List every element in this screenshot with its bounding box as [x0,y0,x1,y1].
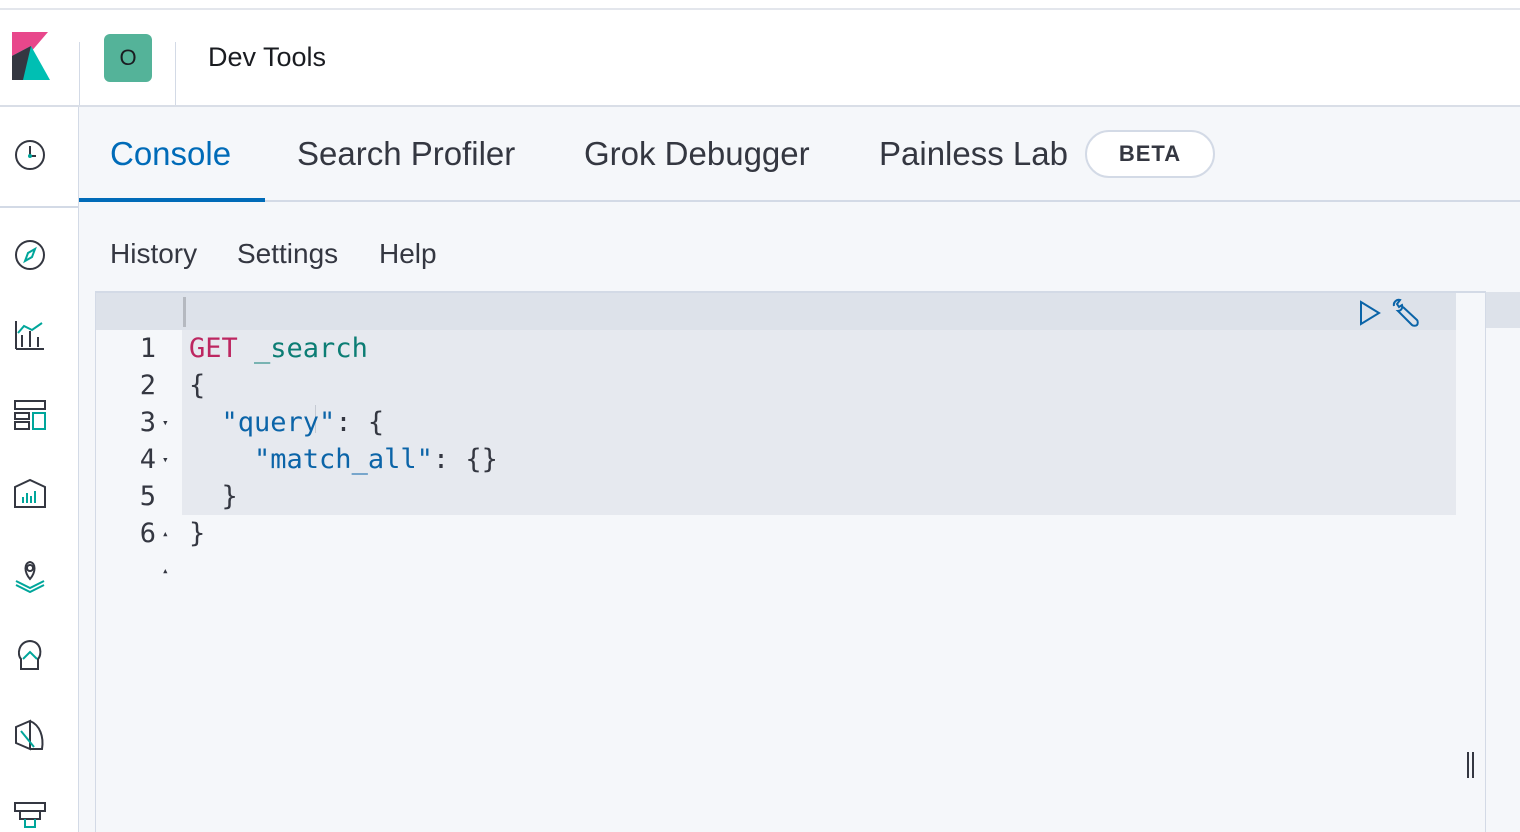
line-number: 6 [139,518,156,549]
nav-item-canvas[interactable] [12,477,48,513]
code-line: GET _search [182,293,368,364]
maps-icon [15,560,45,593]
clock-icon [15,140,45,170]
play-icon[interactable] [1354,298,1384,328]
active-line-highlight [182,293,1456,330]
visualize-icon [15,321,44,350]
fold-arrow-up-icon[interactable]: ▴ [162,552,169,589]
nav-item-logs[interactable] [12,797,48,832]
code-text: : {} [432,444,498,475]
machine-learning-icon [17,639,42,670]
side-navigation [0,107,79,832]
space-avatar[interactable]: O [104,34,152,82]
resize-handle[interactable] [1465,752,1475,778]
nav-item-machine-learning[interactable] [12,637,48,673]
header-divider-2 [175,42,176,105]
tab-painless-lab[interactable]: Painless Lab [879,135,1068,173]
dev-tools-tabs: Console Search Profiler Grok Debugger Pa… [79,107,1520,202]
recently-viewed-clock-icon[interactable] [12,137,48,173]
logs-icon [14,802,46,828]
top-header: O Dev Tools [0,10,1520,107]
nav-item-infrastructure[interactable] [12,717,48,753]
nav-item-maps[interactable] [12,557,48,593]
code-text: } [189,518,206,549]
header-divider [79,42,80,105]
json-key: "match_all" [254,444,433,475]
nav-item-visualize[interactable] [12,317,48,353]
tab-console[interactable]: Console [110,135,231,173]
gutter-line: 5 ▴ [96,441,194,540]
nav-divider [0,206,79,208]
compass-icon [15,240,45,270]
code-area[interactable]: GET _search { "query": { "match_all": {}… [182,293,1456,832]
code-text: : { [335,407,385,438]
code-line: { [182,330,280,401]
nav-item-discover[interactable] [12,237,48,273]
tab-search-profiler[interactable]: Search Profiler [297,135,515,173]
page-title: Dev Tools [208,42,327,72]
beta-badge: BETA [1085,130,1215,178]
code-line: "query": { [182,367,385,438]
tab-grok-debugger[interactable]: Grok Debugger [584,135,810,173]
code-line: "match_all": {} [182,404,498,475]
gutter-line: 1 [96,293,194,364]
canvas-icon [14,478,46,508]
code-line: } [182,441,280,512]
line-number-gutter: 1 2 ▾ 3 ▾ 4 5 ▴ 6 ▴ [96,293,182,832]
gutter-line: 4 [96,404,194,475]
request-editor[interactable]: 1 2 ▾ 3 ▾ 4 5 ▴ 6 ▴ GET _search {"query… [95,291,1486,832]
kibana-logo-icon[interactable] [12,32,50,80]
infrastructure-icon [15,719,44,751]
nav-item-dashboard[interactable] [12,397,48,433]
settings-link[interactable]: Settings [237,238,338,270]
active-line-highlight-extension [1485,292,1520,328]
help-link[interactable]: Help [379,238,437,270]
history-link[interactable]: History [110,238,197,270]
gutter-line: 3 ▾ [96,367,194,466]
gutter-line: 2 ▾ [96,330,194,429]
code-line: } [182,478,280,549]
wrench-icon[interactable] [1390,298,1420,328]
gutter-line: 6 ▴ [96,478,194,577]
space-initial: O [119,45,137,70]
dashboard-icon [14,400,46,430]
